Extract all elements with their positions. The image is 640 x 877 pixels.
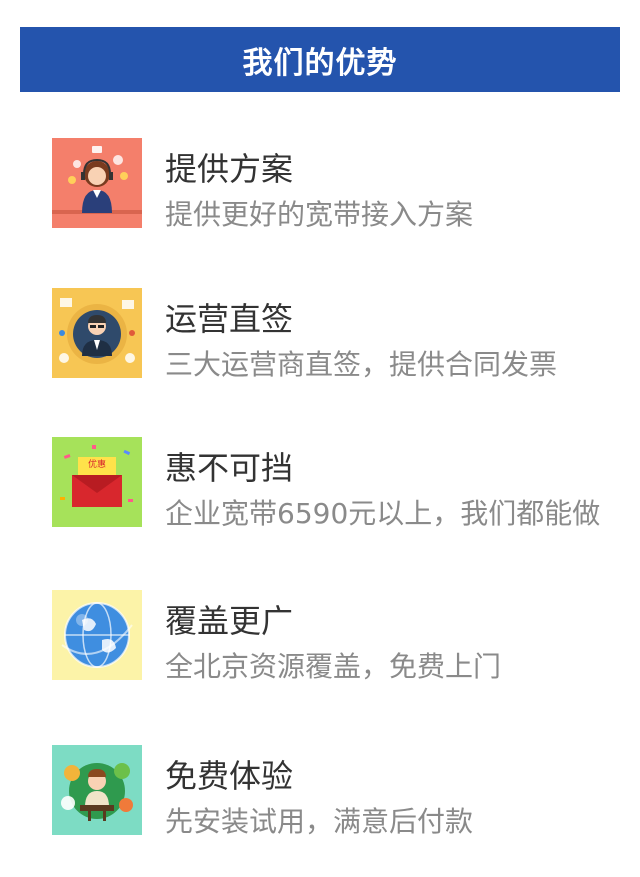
item-subtitle: 企业宽带6590元以上，我们都能做 (165, 497, 601, 530)
person-desk-icon (52, 745, 142, 835)
item-title: 覆盖更广 (165, 602, 294, 640)
advantage-item-coverage: 覆盖更广 全北京资源覆盖，免费上门 (52, 590, 620, 683)
red-envelope-icon: 优惠 (52, 437, 142, 527)
customer-service-icon (52, 138, 142, 228)
item-title: 运营直签 (165, 300, 294, 338)
business-man-icon (52, 288, 142, 378)
item-title: 免费体验 (165, 757, 294, 795)
advantage-item-discount: 优惠 惠不可挡 企业宽带6590元以上，我们都能做 (52, 437, 620, 530)
badge-label: 优惠 (88, 458, 106, 470)
item-subtitle: 三大运营商直签，提供合同发票 (165, 348, 558, 381)
advantage-item-direct-sign: 运营直签 三大运营商直签，提供合同发票 (52, 288, 620, 381)
page-header: 我们的优势 (20, 27, 620, 92)
item-subtitle: 全北京资源覆盖，免费上门 (165, 650, 502, 683)
item-subtitle: 提供更好的宽带接入方案 (165, 198, 474, 231)
page-title: 我们的优势 (242, 45, 398, 81)
item-title: 惠不可挡 (165, 449, 294, 487)
globe-icon (52, 590, 142, 680)
advantage-item-solution: 提供方案 提供更好的宽带接入方案 (52, 138, 620, 231)
item-title: 提供方案 (165, 150, 294, 188)
item-subtitle: 先安装试用，满意后付款 (165, 805, 474, 838)
advantage-item-free-trial: 免费体验 先安装试用，满意后付款 (52, 745, 620, 838)
